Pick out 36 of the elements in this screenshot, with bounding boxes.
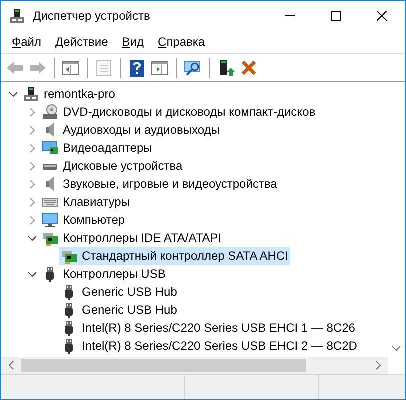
help-icon[interactable] [127, 58, 147, 78]
menu-item[interactable]: Файл [5, 33, 49, 51]
chevron-icon[interactable] [8, 90, 18, 98]
monitor-icon [42, 212, 58, 228]
tree-item[interactable]: Intel(R) 8 Series/C220 Series USB EHCI 2 — 8C2D [82, 339, 358, 353]
circuit-board-icon [42, 230, 58, 246]
menu-item[interactable]: Вид [115, 33, 152, 51]
computer-icon [23, 86, 39, 102]
tree-item[interactable]: Видеоадаптеры [63, 141, 152, 155]
tree-item[interactable]: Generic USB Hub [82, 285, 178, 299]
menu-item[interactable]: Справка [151, 33, 212, 51]
tree-item[interactable]: Аудиовходы и аудиовыходы [63, 123, 220, 137]
app-icon [9, 8, 25, 24]
tree-item[interactable]: remontka-pro [44, 87, 116, 101]
scrollbar-thumb[interactable] [21, 359, 306, 372]
disc-drive-icon [42, 104, 58, 120]
monitor-icon [42, 140, 58, 156]
tree-item[interactable]: Intel(R) 8 Series/C220 Series USB EHCI 1 — 8C26 [82, 321, 356, 335]
maximize-icon[interactable] [331, 11, 341, 21]
tree-item[interactable]: Контроллеры IDE ATA/ATAPI [63, 231, 222, 245]
circuit-board-icon [61, 248, 77, 264]
scroll-down-icon[interactable] [392, 344, 401, 353]
chevron-icon[interactable] [28, 234, 36, 242]
tree-item[interactable]: Контроллеры USB [63, 267, 166, 281]
tree-item[interactable]: Компьютер [63, 213, 126, 227]
chevron-icon[interactable] [28, 270, 36, 278]
menu-item[interactable]: Действие [48, 33, 116, 51]
window-title: Диспетчер устройств [33, 9, 152, 23]
tree-item[interactable]: Звуковые, игровые и видеоустройства [63, 177, 278, 191]
tree-item[interactable]: Generic USB Hub [82, 303, 178, 317]
scroll-right-icon[interactable] [374, 361, 382, 370]
tree-item[interactable]: DVD-дисководы и дисководы компакт-дисков [63, 105, 316, 119]
close-icon[interactable] [377, 11, 387, 21]
tree-item[interactable]: Дисковые устройства [63, 159, 183, 173]
scroll-left-icon[interactable] [6, 361, 16, 370]
tree-item[interactable]: Клавиатуры [63, 195, 130, 209]
